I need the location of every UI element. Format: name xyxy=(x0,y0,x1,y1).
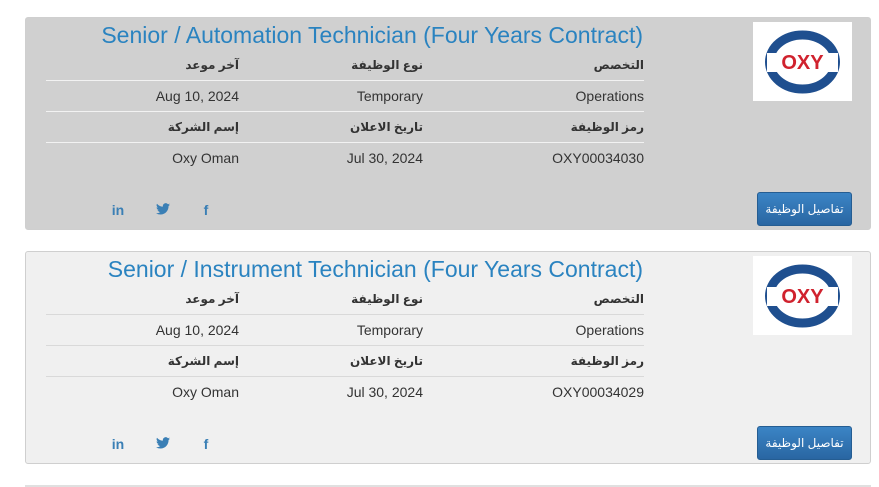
job-code-value: OXY00034029 xyxy=(552,384,644,400)
logo-text: OXY xyxy=(781,286,824,308)
values-row: OXY00034030 Jul 30, 2024 Oxy Oman xyxy=(46,142,644,174)
twitter-icon[interactable] xyxy=(153,203,173,217)
job-card: Senior / Instrument Technician (Four Yea… xyxy=(25,251,871,464)
company-label: إسم الشركة xyxy=(167,354,239,368)
labels-row: التخصص نوع الوظيفة آخر موعد xyxy=(46,284,644,315)
facebook-icon[interactable]: f xyxy=(196,437,216,451)
specialty-label: التخصص xyxy=(593,292,644,306)
values-row: Operations Temporary Aug 10, 2024 xyxy=(46,80,644,112)
labels-row: التخصص نوع الوظيفة آخر موعد xyxy=(46,50,644,81)
specialty-label: التخصص xyxy=(593,58,644,72)
job-type-label: نوع الوظيفة xyxy=(351,292,423,306)
deadline-label: آخر موعد xyxy=(185,292,239,306)
deadline-value: Aug 10, 2024 xyxy=(155,88,239,104)
labels-row: رمز الوظيفة تاريخ الاعلان إسم الشركة xyxy=(46,345,644,377)
company-logo[interactable]: OXY xyxy=(753,256,852,335)
company-label: إسم الشركة xyxy=(167,120,239,134)
deadline-value: Aug 10, 2024 xyxy=(155,322,239,338)
job-details-button[interactable]: تفاصيل الوظيفة xyxy=(757,426,852,460)
post-date-label: تاريخ الاعلان xyxy=(349,354,423,368)
post-date-value: Jul 30, 2024 xyxy=(346,150,423,166)
job-type-value: Temporary xyxy=(356,322,423,338)
logo-text: OXY xyxy=(781,52,824,74)
company-value: Oxy Oman xyxy=(172,150,239,166)
job-code-label: رمز الوظيفة xyxy=(570,120,644,134)
twitter-icon[interactable] xyxy=(153,437,173,451)
linkedin-icon[interactable]: in xyxy=(108,203,128,217)
labels-row: رمز الوظيفة تاريخ الاعلان إسم الشركة xyxy=(46,111,644,143)
post-date-value: Jul 30, 2024 xyxy=(346,384,423,400)
oxy-logo-icon: OXY xyxy=(765,30,840,94)
facebook-icon[interactable]: f xyxy=(196,203,216,217)
job-code-label: رمز الوظيفة xyxy=(570,354,644,368)
job-details-button[interactable]: تفاصيل الوظيفة xyxy=(757,192,852,226)
values-row: Operations Temporary Aug 10, 2024 xyxy=(46,314,644,346)
oxy-logo-icon: OXY xyxy=(765,264,840,328)
values-row: OXY00034029 Jul 30, 2024 Oxy Oman xyxy=(46,376,644,408)
job-card: Senior / Automation Technician (Four Yea… xyxy=(25,17,871,230)
deadline-label: آخر موعد xyxy=(185,58,239,72)
job-title[interactable]: Senior / Instrument Technician (Four Yea… xyxy=(108,256,643,283)
post-date-label: تاريخ الاعلان xyxy=(349,120,423,134)
linkedin-icon[interactable]: in xyxy=(108,437,128,451)
job-type-label: نوع الوظيفة xyxy=(351,58,423,72)
company-logo[interactable]: OXY xyxy=(753,22,852,101)
company-value: Oxy Oman xyxy=(172,384,239,400)
job-title[interactable]: Senior / Automation Technician (Four Yea… xyxy=(101,22,643,49)
job-code-value: OXY00034030 xyxy=(552,150,644,166)
job-type-value: Temporary xyxy=(356,88,423,104)
specialty-value: Operations xyxy=(575,88,644,104)
specialty-value: Operations xyxy=(575,322,644,338)
